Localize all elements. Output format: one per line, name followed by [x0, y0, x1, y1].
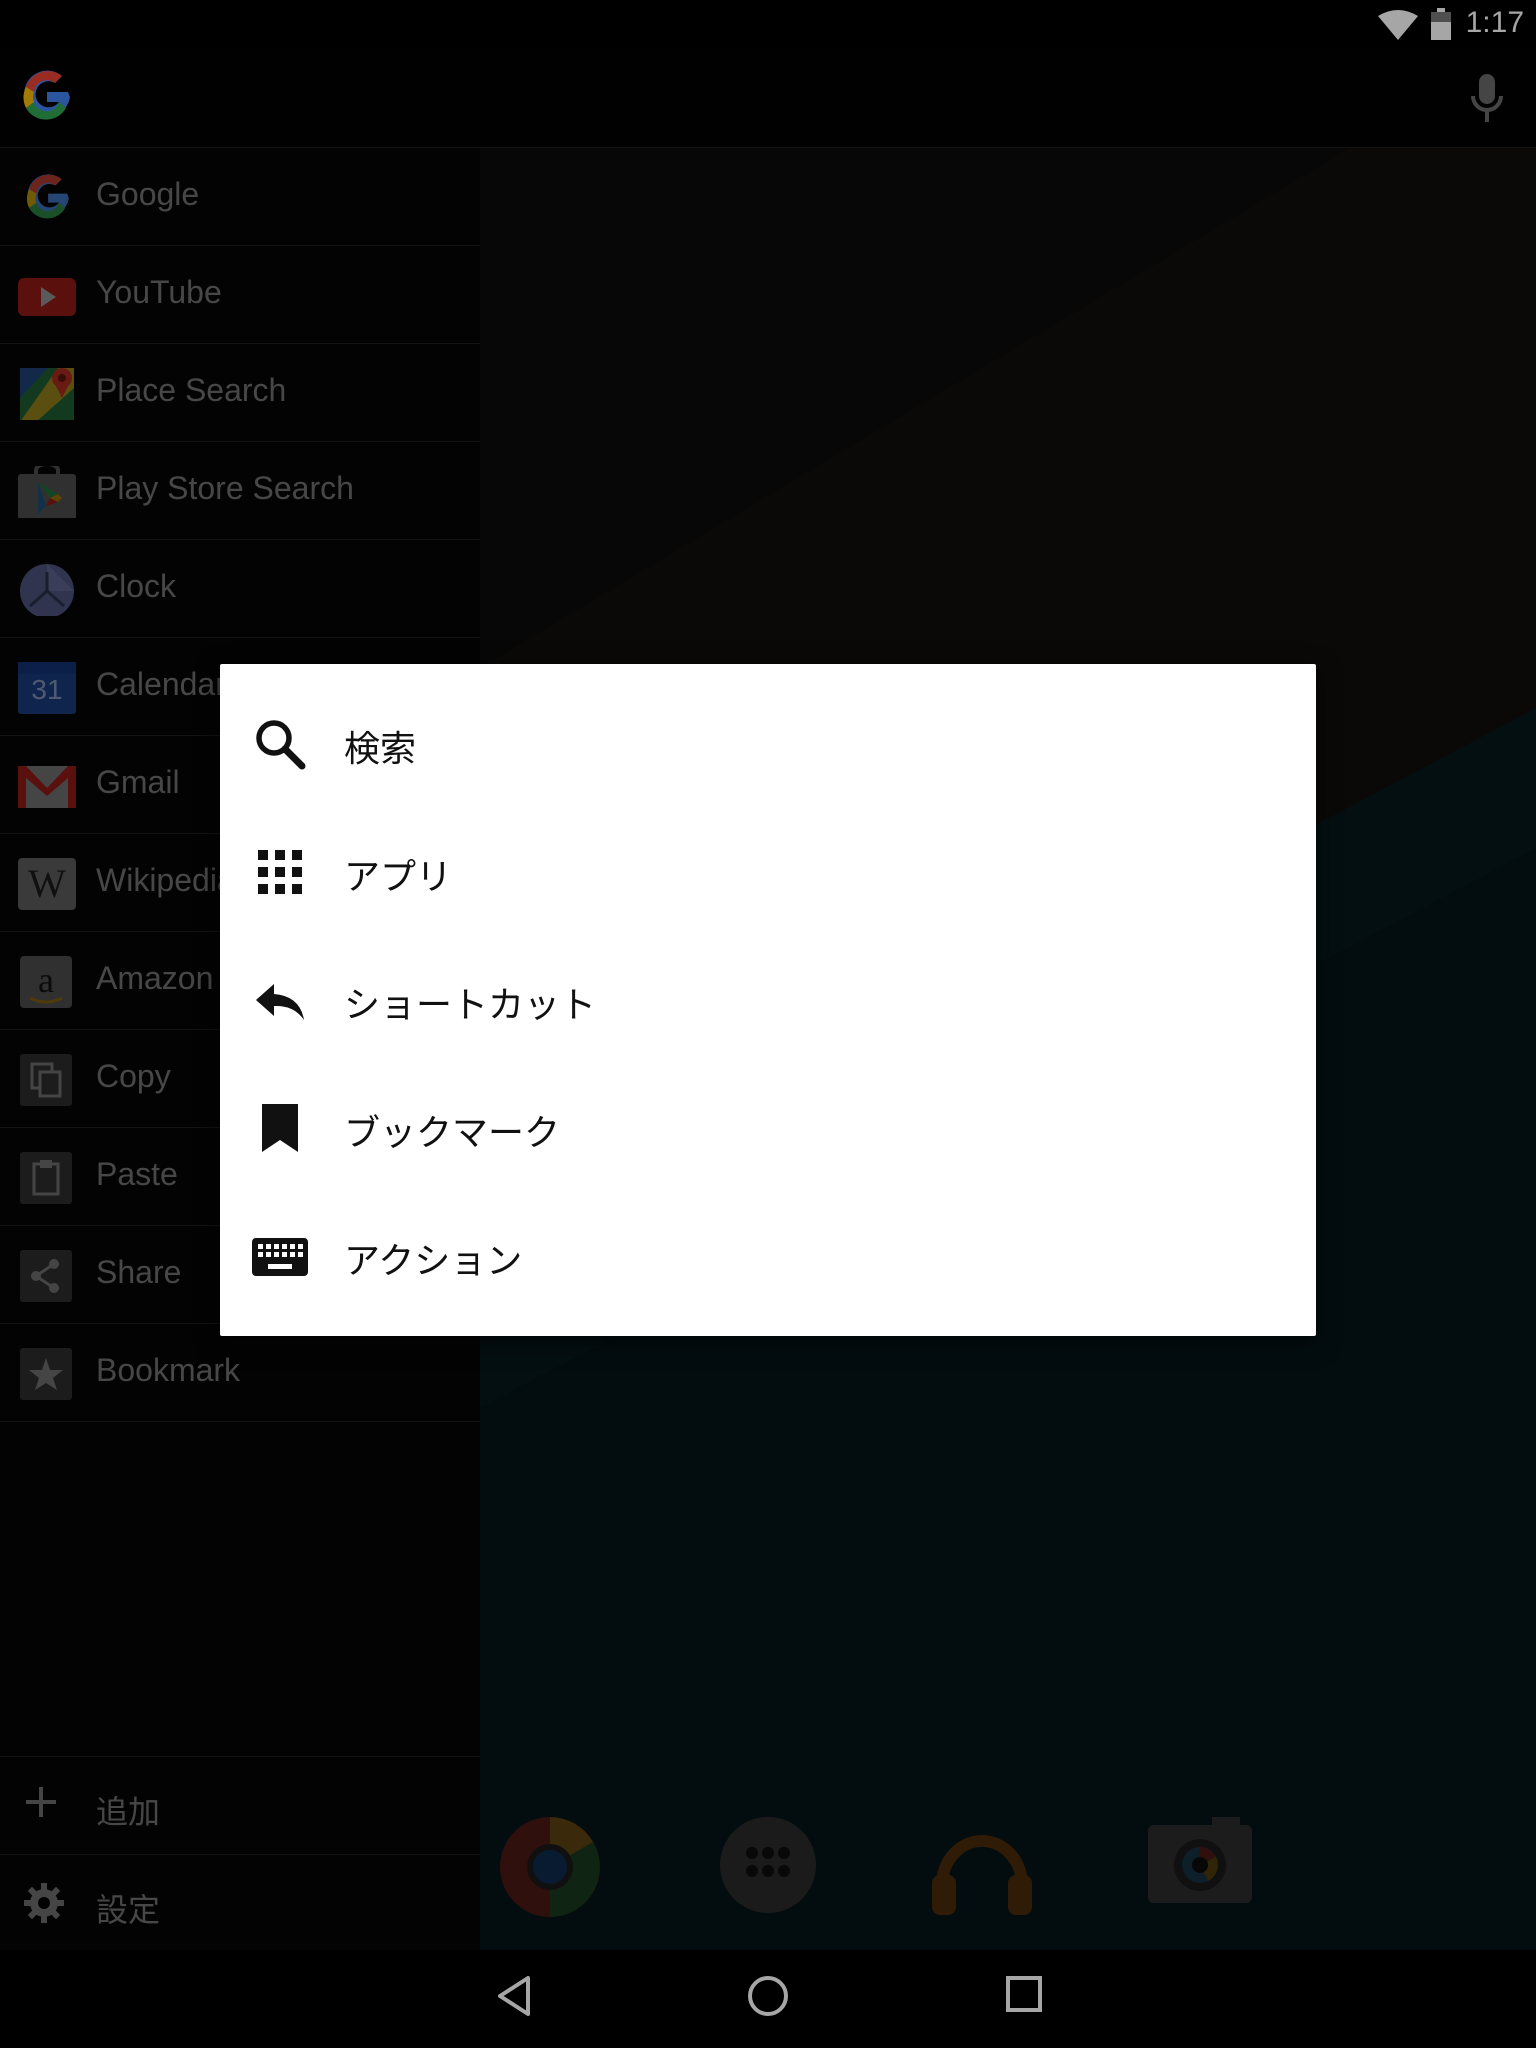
google-logo-icon[interactable] — [18, 68, 76, 131]
reply-arrow-icon — [256, 984, 304, 1020]
amazon-icon: a — [20, 956, 72, 1008]
status-bar: 1:17 — [0, 0, 1536, 48]
menu-item-shortcut[interactable]: ショートカット — [220, 936, 1316, 1064]
camera-icon[interactable] — [1146, 1815, 1254, 1910]
sidebar-item-label: Wikipedia — [96, 862, 235, 898]
menu-item-bookmark[interactable]: ブックマーク — [220, 1064, 1316, 1192]
sidebar-item-place-search[interactable]: Place Search — [0, 344, 480, 442]
add-type-dialog: 検索 アプリ ショートカット ブックマーク アクション — [220, 664, 1316, 1336]
search-icon — [256, 720, 306, 770]
sidebar-item-youtube[interactable]: YouTube — [0, 246, 480, 344]
android-screen: Google YouTube Place Search Play Store S… — [0, 0, 1536, 2048]
sidebar-item-label: Place Search — [96, 372, 287, 408]
settings-label: 設定 — [96, 1891, 161, 1929]
headphones-icon[interactable] — [928, 1815, 1036, 1924]
star-icon — [20, 1348, 72, 1400]
back-button-icon[interactable] — [494, 1974, 534, 2018]
sidebar-item-play-store[interactable]: Play Store Search — [0, 442, 480, 540]
sidebar-item-label: Calendar — [96, 666, 226, 702]
paste-icon — [20, 1152, 72, 1204]
plus-icon — [26, 1787, 56, 1817]
menu-item-label: ブックマーク — [344, 1113, 561, 1154]
menu-item-label: ショートカット — [344, 985, 597, 1026]
maps-icon — [20, 368, 74, 420]
wifi-icon — [1378, 10, 1418, 40]
settings-button[interactable]: 設定 — [0, 1854, 480, 1952]
recents-button-icon[interactable] — [1004, 1974, 1044, 2014]
youtube-icon — [18, 278, 76, 316]
wikipedia-icon: W — [18, 858, 76, 910]
menu-item-apps[interactable]: アプリ — [220, 808, 1316, 936]
sidebar-item-label: Amazon — [96, 960, 214, 996]
clock-icon — [20, 564, 74, 616]
sidebar-item-bookmark[interactable]: Bookmark — [0, 1324, 480, 1422]
google-g-icon — [26, 174, 69, 219]
chrome-icon[interactable] — [498, 1815, 602, 1924]
gmail-icon — [18, 766, 76, 808]
bookmark-icon — [262, 1104, 298, 1152]
apps-grid-icon — [258, 850, 302, 894]
sidebar-item-label: Copy — [96, 1058, 171, 1094]
battery-icon — [1431, 8, 1451, 40]
add-shortcut-button[interactable]: 追加 — [0, 1756, 480, 1854]
sidebar-item-label: Play Store Search — [96, 470, 354, 506]
menu-item-label: アプリ — [344, 857, 453, 898]
copy-icon — [20, 1054, 72, 1106]
sidebar-item-label: Gmail — [96, 764, 180, 800]
keyboard-icon — [252, 1238, 308, 1276]
navigation-bar — [0, 1950, 1536, 2048]
add-label: 追加 — [96, 1793, 161, 1831]
sidebar-item-google[interactable]: Google — [0, 148, 480, 246]
menu-item-label: 検索 — [344, 729, 417, 770]
app-drawer-icon[interactable] — [718, 1815, 818, 1920]
play-store-icon — [18, 466, 76, 518]
menu-item-action[interactable]: アクション — [220, 1192, 1316, 1320]
home-button-icon[interactable] — [746, 1974, 790, 2018]
sidebar-item-label: Clock — [96, 568, 177, 604]
gear-icon — [24, 1883, 64, 1923]
svg-text:a: a — [38, 960, 54, 1000]
sidebar-item-label: Paste — [96, 1156, 178, 1192]
calendar-icon: 31 — [18, 662, 76, 714]
share-icon — [20, 1250, 72, 1302]
menu-item-search[interactable]: 検索 — [220, 680, 1316, 808]
calendar-day-number: 31 — [31, 674, 63, 705]
sidebar-item-label: Google — [96, 176, 200, 212]
microphone-icon[interactable] — [1470, 74, 1504, 129]
sidebar-item-label: YouTube — [96, 274, 222, 310]
search-header — [0, 48, 1536, 148]
sidebar-item-label: Bookmark — [96, 1352, 241, 1388]
sidebar-item-label: Share — [96, 1254, 182, 1290]
menu-item-label: アクション — [344, 1241, 523, 1282]
clock-time: 1:17 — [1465, 6, 1524, 39]
sidebar-item-clock[interactable]: Clock — [0, 540, 480, 638]
